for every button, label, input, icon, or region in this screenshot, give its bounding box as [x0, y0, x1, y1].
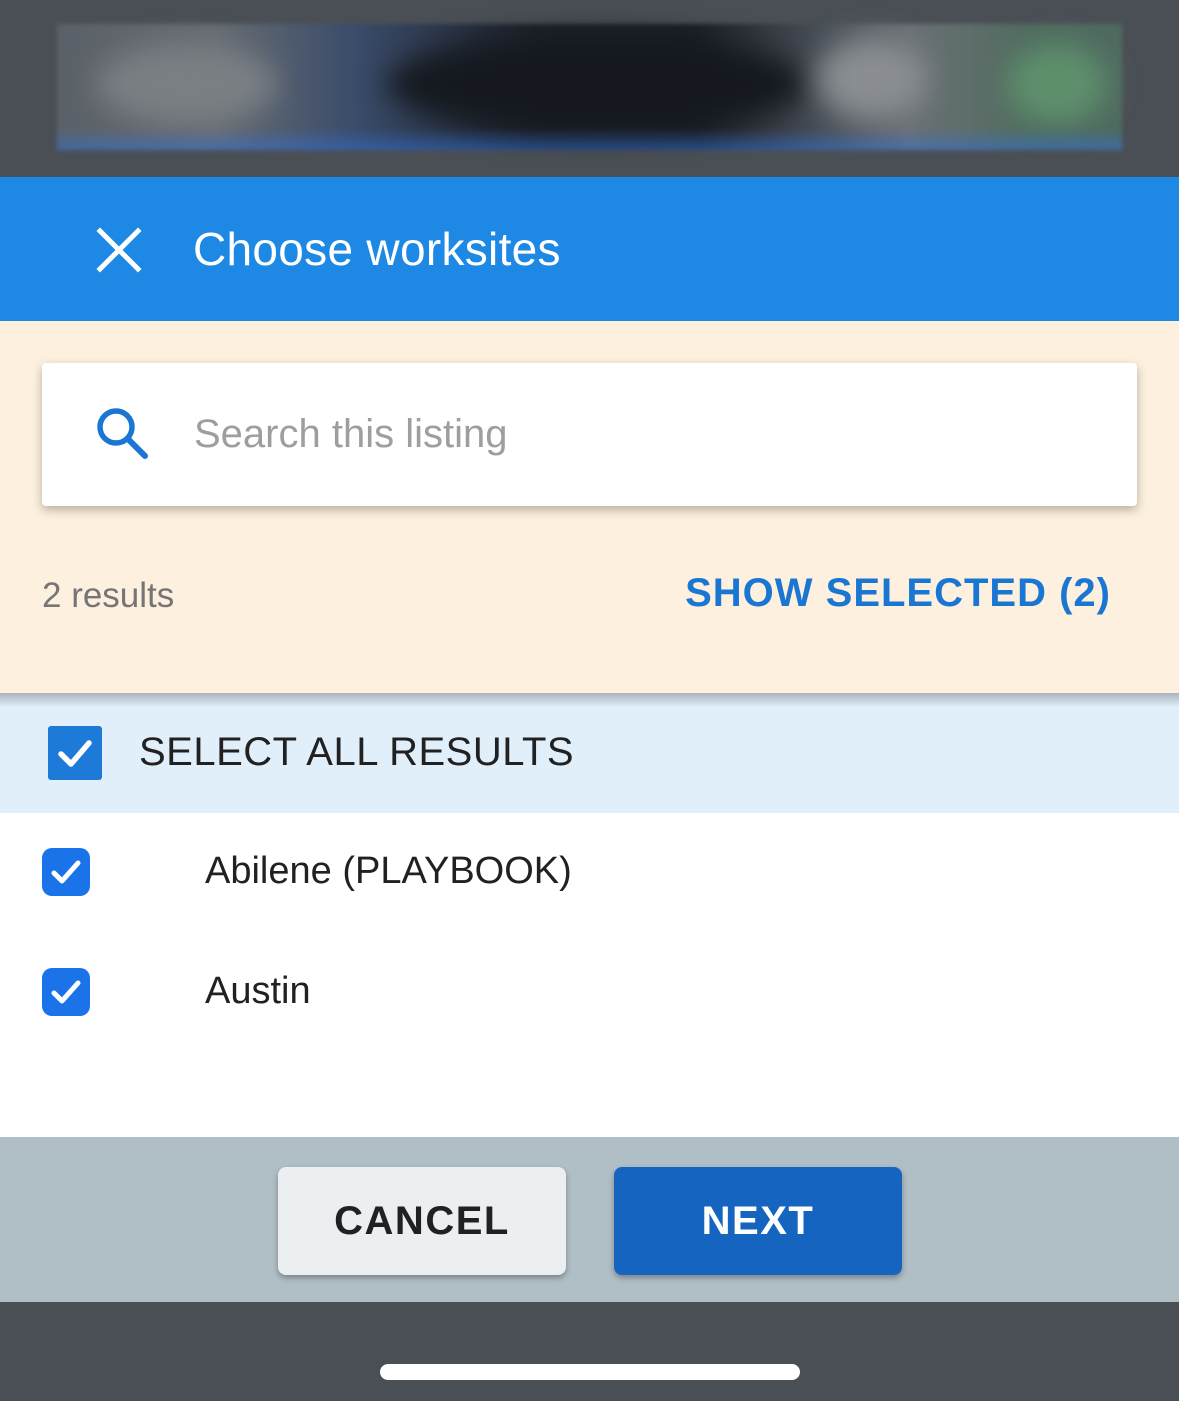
close-icon: [96, 227, 142, 273]
next-button[interactable]: NEXT: [614, 1167, 902, 1275]
select-all-row[interactable]: SELECT ALL RESULTS: [0, 693, 1179, 813]
close-button[interactable]: [88, 219, 150, 281]
item-checkbox[interactable]: [42, 848, 90, 896]
select-all-checkbox[interactable]: [48, 726, 102, 780]
home-indicator[interactable]: [380, 1364, 800, 1380]
checkmark-icon: [51, 980, 81, 1004]
page-title: Choose worksites: [193, 223, 561, 275]
dialog-header: Choose worksites: [0, 177, 1179, 321]
section-divider-shadow: [0, 693, 1179, 707]
blur-blob: [817, 39, 927, 119]
list-item[interactable]: Austin: [0, 933, 1179, 1053]
results-count: 2 results: [42, 576, 175, 615]
worksite-list: Abilene (PLAYBOOK) Austin: [0, 813, 1179, 1137]
blur-blob: [97, 44, 277, 124]
cancel-button[interactable]: CANCEL: [278, 1167, 566, 1275]
dialog-footer: CANCEL NEXT: [0, 1137, 1179, 1302]
blur-blob: [387, 34, 807, 134]
list-item-label: Austin: [205, 970, 311, 1012]
search-icon: [97, 408, 148, 459]
select-all-label: SELECT ALL RESULTS: [139, 730, 575, 774]
item-checkbox[interactable]: [42, 968, 90, 1016]
list-item[interactable]: Abilene (PLAYBOOK): [0, 813, 1179, 933]
checkmark-icon: [51, 860, 81, 884]
device-frame: Choose worksites 2 results SHOW SELECTED…: [0, 0, 1179, 1401]
search-box[interactable]: [42, 363, 1137, 506]
search-input[interactable]: [194, 401, 1074, 467]
checkmark-icon: [58, 740, 92, 767]
blur-blob: [1007, 44, 1107, 124]
search-section: 2 results SHOW SELECTED (2): [0, 321, 1179, 693]
blurred-background-app: [57, 24, 1122, 150]
show-selected-button[interactable]: SHOW SELECTED (2): [685, 571, 1111, 616]
list-item-label: Abilene (PLAYBOOK): [205, 850, 572, 892]
